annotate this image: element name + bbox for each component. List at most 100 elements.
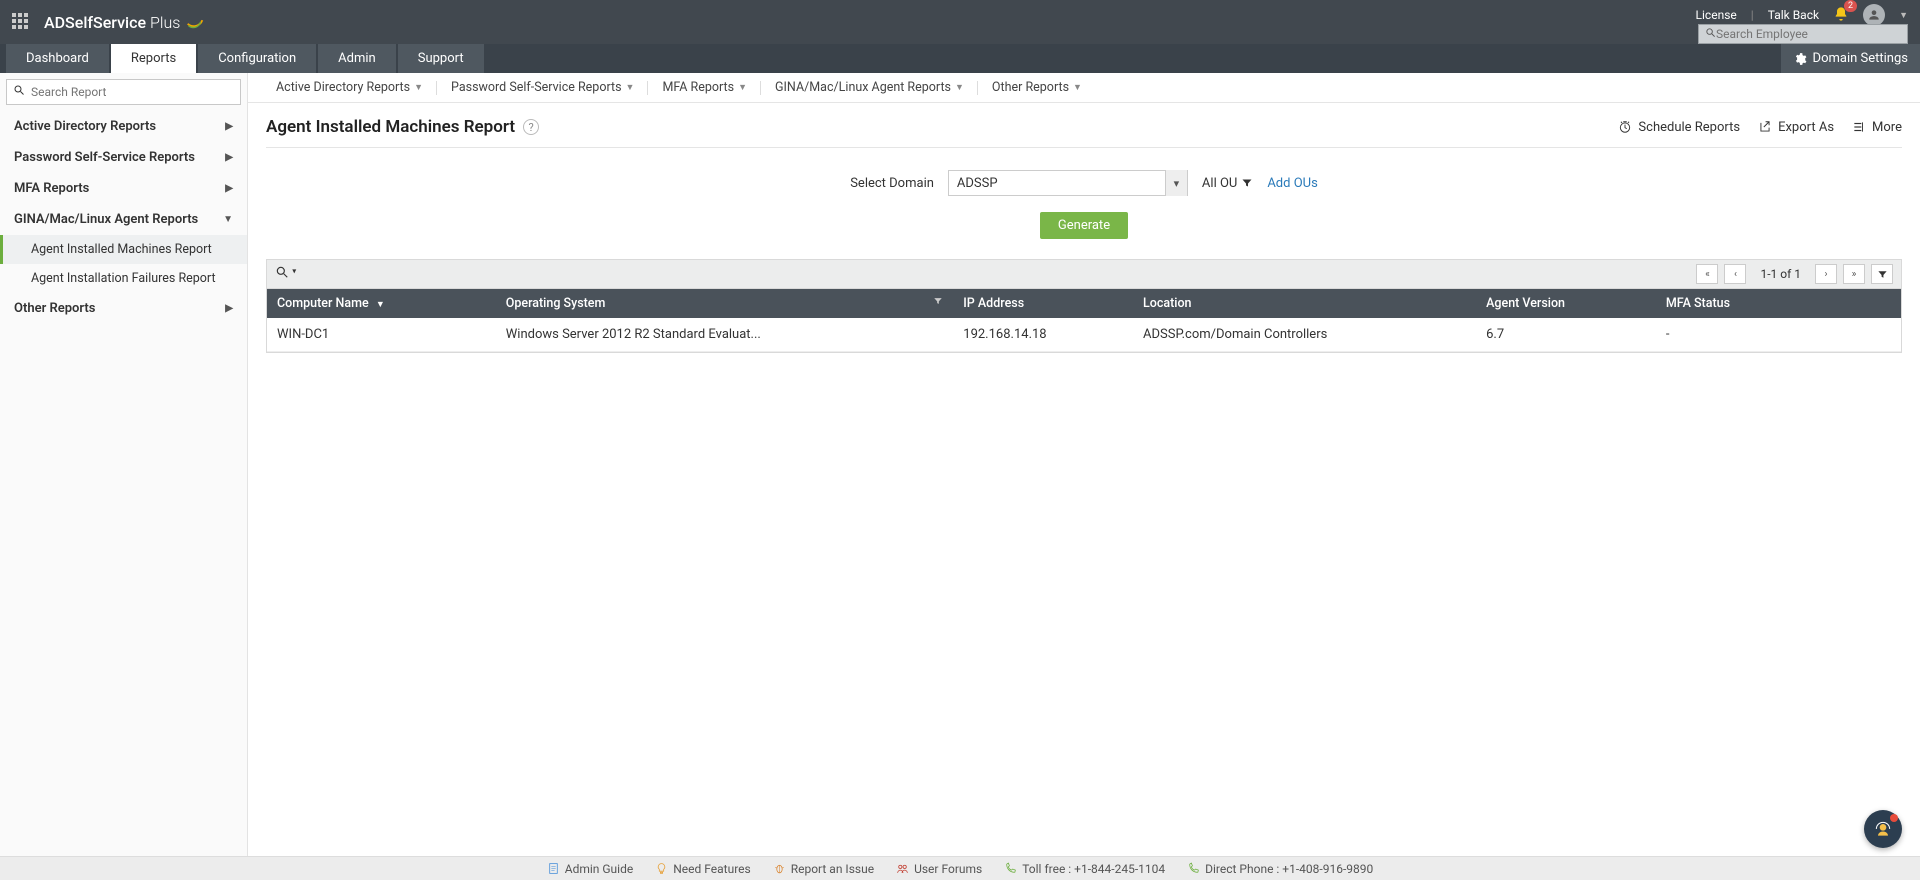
th-agent-version[interactable]: Agent Version: [1476, 289, 1656, 318]
chevron-right-icon: ▶: [225, 152, 233, 163]
table-filter-button[interactable]: [1871, 264, 1893, 284]
search-employee-input[interactable]: [1716, 27, 1901, 41]
caret-down-icon: ▼: [1073, 82, 1082, 93]
th-os[interactable]: Operating System: [496, 289, 954, 318]
more-button[interactable]: More: [1852, 120, 1902, 135]
cell-computer: WIN-DC1: [267, 318, 496, 352]
table-search-icon[interactable]: ▾: [275, 265, 296, 283]
user-icon: [1867, 8, 1881, 22]
license-link[interactable]: License: [1696, 8, 1737, 22]
chevron-right-icon: ▶: [225, 183, 233, 194]
bug-icon: [773, 862, 786, 875]
page-prev-button[interactable]: ‹: [1724, 264, 1746, 284]
notification-badge: 2: [1844, 0, 1857, 12]
filter-icon: [1241, 177, 1253, 189]
tab-support[interactable]: Support: [398, 44, 484, 73]
search-icon: [13, 84, 25, 100]
sidebar-search[interactable]: [6, 79, 241, 105]
caret-down-icon: ▼: [738, 82, 747, 93]
footer-report-issue[interactable]: Report an Issue: [773, 862, 874, 876]
tab-admin[interactable]: Admin: [318, 44, 396, 73]
sidebar-group-other[interactable]: Other Reports ▶: [0, 293, 247, 324]
chat-bubble[interactable]: [1864, 810, 1902, 848]
user-avatar[interactable]: [1863, 4, 1885, 26]
footer-toll-free[interactable]: Toll free : +1-844-245-1104: [1004, 862, 1165, 876]
th-ip[interactable]: IP Address: [953, 289, 1133, 318]
sort-desc-icon: ▼: [376, 300, 385, 310]
headset-icon: [1873, 819, 1893, 839]
chevron-down-icon: ▼: [223, 214, 233, 225]
more-icon: [1852, 120, 1866, 134]
sidebar-group-mfa[interactable]: MFA Reports ▶: [0, 173, 247, 204]
domain-select-value: ADSSP: [957, 176, 998, 191]
phone-icon: [1004, 862, 1017, 875]
export-icon: [1758, 120, 1772, 134]
subnav-mfa[interactable]: MFA Reports▼: [648, 80, 761, 95]
footer: Admin Guide Need Features Report an Issu…: [0, 856, 1920, 880]
page-next-button[interactable]: ›: [1815, 264, 1837, 284]
sidebar-group-label: Active Directory Reports: [14, 119, 156, 134]
clock-icon: [1618, 120, 1632, 134]
caret-down-icon: ▼: [955, 82, 964, 93]
content: Active Directory Reports▼ Password Self-…: [248, 73, 1920, 856]
sidebar-item-agent-installed[interactable]: Agent Installed Machines Report: [0, 235, 247, 264]
subnav-other[interactable]: Other Reports▼: [978, 80, 1096, 95]
domain-select[interactable]: ADSSP ▾: [948, 170, 1188, 196]
brand-swoosh-icon: [184, 11, 206, 33]
chat-notification-dot: [1890, 814, 1898, 822]
cell-mfa-status: -: [1656, 318, 1901, 352]
schedule-reports-button[interactable]: Schedule Reports: [1618, 120, 1740, 135]
domain-settings-label: Domain Settings: [1813, 51, 1908, 66]
sidebar-group-gina[interactable]: GINA/Mac/Linux Agent Reports ▼: [0, 204, 247, 235]
chevron-down-icon: ▾: [1165, 170, 1187, 196]
brand-name: ADSelfService: [44, 13, 146, 32]
sidebar-item-agent-failures[interactable]: Agent Installation Failures Report: [0, 264, 247, 293]
page-first-button[interactable]: «: [1696, 264, 1718, 284]
page-last-button[interactable]: »: [1843, 264, 1865, 284]
domain-settings-button[interactable]: Domain Settings: [1781, 44, 1920, 73]
column-filter-icon[interactable]: [933, 296, 943, 309]
table-toolbar: ▾ « ‹ 1-1 of 1 › »: [266, 259, 1902, 289]
th-location[interactable]: Location: [1133, 289, 1476, 318]
tab-dashboard[interactable]: Dashboard: [6, 44, 109, 73]
all-ou-label: All OU: [1202, 176, 1253, 191]
tab-reports[interactable]: Reports: [111, 44, 196, 73]
help-icon[interactable]: ?: [523, 119, 539, 135]
caret-down-icon: ▼: [414, 82, 423, 93]
chevron-right-icon: ▶: [225, 303, 233, 314]
topbar: ADSelfService Plus: [0, 0, 1920, 44]
reports-subnav: Active Directory Reports▼ Password Self-…: [248, 73, 1920, 103]
generate-button[interactable]: Generate: [1040, 212, 1128, 239]
user-menu-caret[interactable]: ▼: [1899, 10, 1908, 21]
cell-agent-version: 6.7: [1476, 318, 1656, 352]
subnav-pssr[interactable]: Password Self-Service Reports▼: [437, 80, 648, 95]
th-mfa-status[interactable]: MFA Status: [1656, 289, 1901, 318]
subnav-gina[interactable]: GINA/Mac/Linux Agent Reports▼: [761, 80, 978, 95]
search-employee-box[interactable]: [1698, 24, 1908, 44]
footer-need-features[interactable]: Need Features: [655, 862, 750, 876]
brand-logo: ADSelfService Plus: [44, 11, 206, 33]
sidebar-group-label: MFA Reports: [14, 181, 89, 196]
footer-direct-phone[interactable]: Direct Phone : +1-408-916-9890: [1187, 862, 1373, 876]
subnav-adr[interactable]: Active Directory Reports▼: [262, 80, 437, 95]
table-row[interactable]: WIN-DC1 Windows Server 2012 R2 Standard …: [267, 318, 1901, 352]
sidebar-group-pssr[interactable]: Password Self-Service Reports ▶: [0, 142, 247, 173]
footer-user-forums[interactable]: User Forums: [896, 862, 982, 876]
talkback-link[interactable]: Talk Back: [1768, 8, 1819, 22]
tab-configuration[interactable]: Configuration: [198, 44, 316, 73]
results-table: Computer Name ▼ Operating System IP Addr…: [266, 289, 1902, 353]
export-as-button[interactable]: Export As: [1758, 120, 1834, 135]
notifications-bell[interactable]: 2: [1833, 6, 1849, 25]
bulb-icon: [655, 862, 668, 875]
gear-icon: [1793, 52, 1807, 66]
sidebar-search-input[interactable]: [31, 85, 234, 99]
sidebar-group-adr[interactable]: Active Directory Reports ▶: [0, 111, 247, 142]
cell-location: ADSSP.com/Domain Controllers: [1133, 318, 1476, 352]
filter-row: Select Domain ADSSP ▾ All OU Add OUs: [248, 148, 1920, 212]
apps-grid-icon[interactable]: [12, 13, 30, 31]
add-ous-link[interactable]: Add OUs: [1267, 176, 1317, 191]
footer-admin-guide[interactable]: Admin Guide: [547, 862, 633, 876]
th-computer-name[interactable]: Computer Name ▼: [267, 289, 496, 318]
cell-ip: 192.168.14.18: [953, 318, 1133, 352]
forums-icon: [896, 862, 909, 875]
